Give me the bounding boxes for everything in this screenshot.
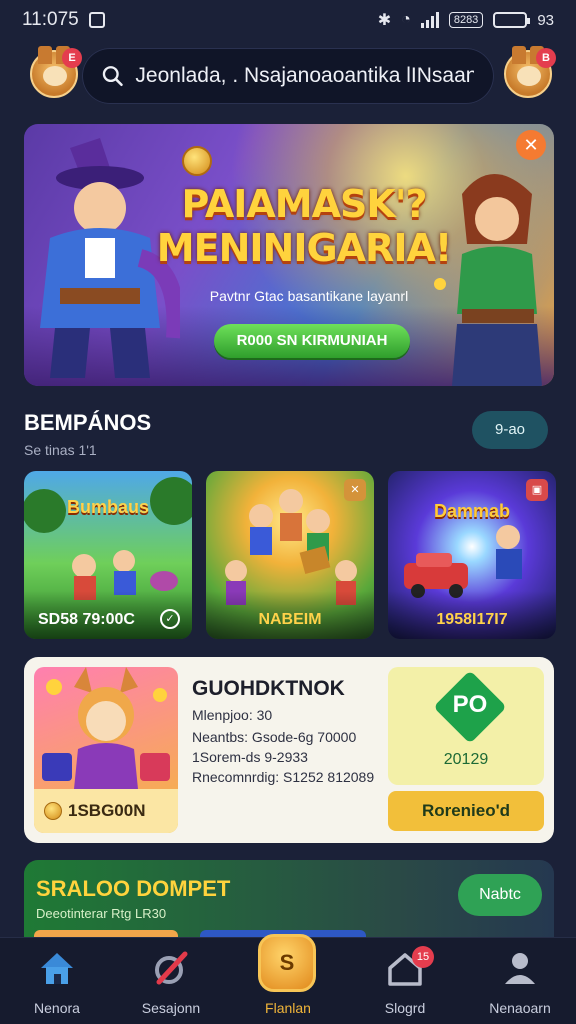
nav-label-profile: Nenaoarn <box>489 1000 551 1016</box>
promo-line-3: 1Sorem-ds 9-2933 <box>192 749 308 765</box>
search-bar[interactable]: Jeonlada, . Nsajanoaoantika lINsaan. <box>82 48 494 104</box>
battery-icon <box>493 12 531 28</box>
promo-title: GUOHDKTNOK <box>192 677 345 700</box>
nav-item-home[interactable]: Nenora <box>2 938 112 1024</box>
signal-icon <box>420 12 439 28</box>
battery-percent: 93 <box>537 11 554 29</box>
wifi-icon: ◔ <box>401 11 411 28</box>
search-icon <box>102 66 123 87</box>
section-subtitle: Se tinas 1'1 <box>24 442 97 458</box>
nav-label-home: Nenora <box>34 1000 80 1016</box>
promo-line-2: Neantbs: Gsode-6g 70000 <box>192 729 357 745</box>
promo-side-badge: PO <box>452 691 488 718</box>
promo-card[interactable]: 1SBG00N GUOHDKTNOK Mlenpjoo: 30 Neantbs:… <box>24 657 554 843</box>
promo-side-panel: PO 20129 <box>388 667 544 785</box>
promo-side-number: 20129 <box>443 751 489 768</box>
nav-label-notifications: Slogrd <box>384 1000 426 1016</box>
coin-icon <box>44 802 62 820</box>
top-header: E Jeonlada, . Nsajanoaoantika lINsaan. B <box>0 40 576 114</box>
avatar-left[interactable]: E <box>30 46 82 98</box>
game-card-2[interactable]: ✕ NABEIM <box>206 471 374 639</box>
nav-item-play[interactable]: S Flanlan <box>233 934 343 1024</box>
coin-icon <box>182 146 212 176</box>
check-icon: ✓ <box>160 609 180 629</box>
banner-title-line2: MENINIGARIA! <box>156 226 452 270</box>
avatar-right[interactable]: B <box>504 46 556 98</box>
notification-badge-right: B <box>536 48 556 68</box>
notification-icon <box>88 12 105 28</box>
nav-label-play: Flanlan <box>265 1000 311 1016</box>
game-price-2: NABEIM <box>258 611 322 628</box>
close-icon[interactable]: ✕ <box>344 479 366 501</box>
banner-subtitle: Pavtnr Gtac basantikane layanrl <box>209 288 409 304</box>
promo-action-button[interactable]: Rorenieo'd <box>388 791 544 831</box>
promo-coin-chip: 1SBG00N <box>34 789 178 833</box>
crossed-swords-icon <box>155 951 188 985</box>
promo-line-4: Rnecomnrdig: S1252 812089 <box>192 769 375 785</box>
profile-icon <box>505 953 535 984</box>
battery-label: 8283 <box>448 12 484 28</box>
see-all-button[interactable]: 9-ao <box>472 411 548 449</box>
bottom-navigation: Nenora Sesajonn S Flanlan 15 Slogrd Nena… <box>0 934 576 1024</box>
nav-label-search: Sesajonn <box>141 1000 201 1016</box>
close-icon[interactable]: ✕ <box>516 130 546 160</box>
nav-item-profile[interactable]: Nenaoarn <box>465 938 575 1024</box>
promo-chip-value: 1SBG00N <box>68 801 146 820</box>
status-time: 11:075 <box>22 9 79 30</box>
section-title: BEMPÁNOS <box>24 410 152 435</box>
banner-title-line1: PAIAMASK'? <box>181 182 427 226</box>
nav-notification-badge: 15 <box>412 946 434 968</box>
game-title-1: Bumbaus <box>66 497 149 517</box>
notification-badge-left: E <box>62 48 82 68</box>
promo-character <box>42 667 170 789</box>
game-card-3[interactable]: Dammab ▣ 1958I17I7 <box>388 471 556 639</box>
bluetooth-icon: ✱ <box>377 12 392 29</box>
game-card-1[interactable]: Bumbaus SD58 79:00C ✓ <box>24 471 192 639</box>
promo-art: 1SBG00N <box>34 667 178 833</box>
banner-cta-button[interactable]: R000 SN KIRMUNIAH <box>214 324 410 358</box>
nav-item-notifications[interactable]: 15 Slogrd <box>350 938 460 1024</box>
bonus-button[interactable]: Nabtc <box>458 874 542 916</box>
game-price-3: 1958I17I7 <box>436 611 508 628</box>
game-title-3: Dammab <box>433 501 511 521</box>
nav-item-search[interactable]: Sesajonn <box>116 938 226 1024</box>
promo-banner[interactable]: PAIAMASK'? MENINIGARIA! Pavtnr Gtac basa… <box>24 124 554 386</box>
search-input[interactable]: Jeonlada, . Nsajanoaoantika lINsaan. <box>135 64 474 88</box>
promo-line-1: Mlenpjoo: 30 <box>192 707 273 723</box>
status-bar: 11:075 ✱ ◔ 8283 93 <box>0 0 576 40</box>
bonus-title: SRALOO DOMPET <box>36 876 231 901</box>
bonus-subtitle: Deeotinterar Rtg LR30 <box>36 906 167 921</box>
home-icon <box>41 953 73 984</box>
banner-title: PAIAMASK'? MENINIGARIA! <box>154 182 454 270</box>
play-coin-icon: S <box>258 934 316 992</box>
gift-icon: ▣ <box>526 479 548 501</box>
